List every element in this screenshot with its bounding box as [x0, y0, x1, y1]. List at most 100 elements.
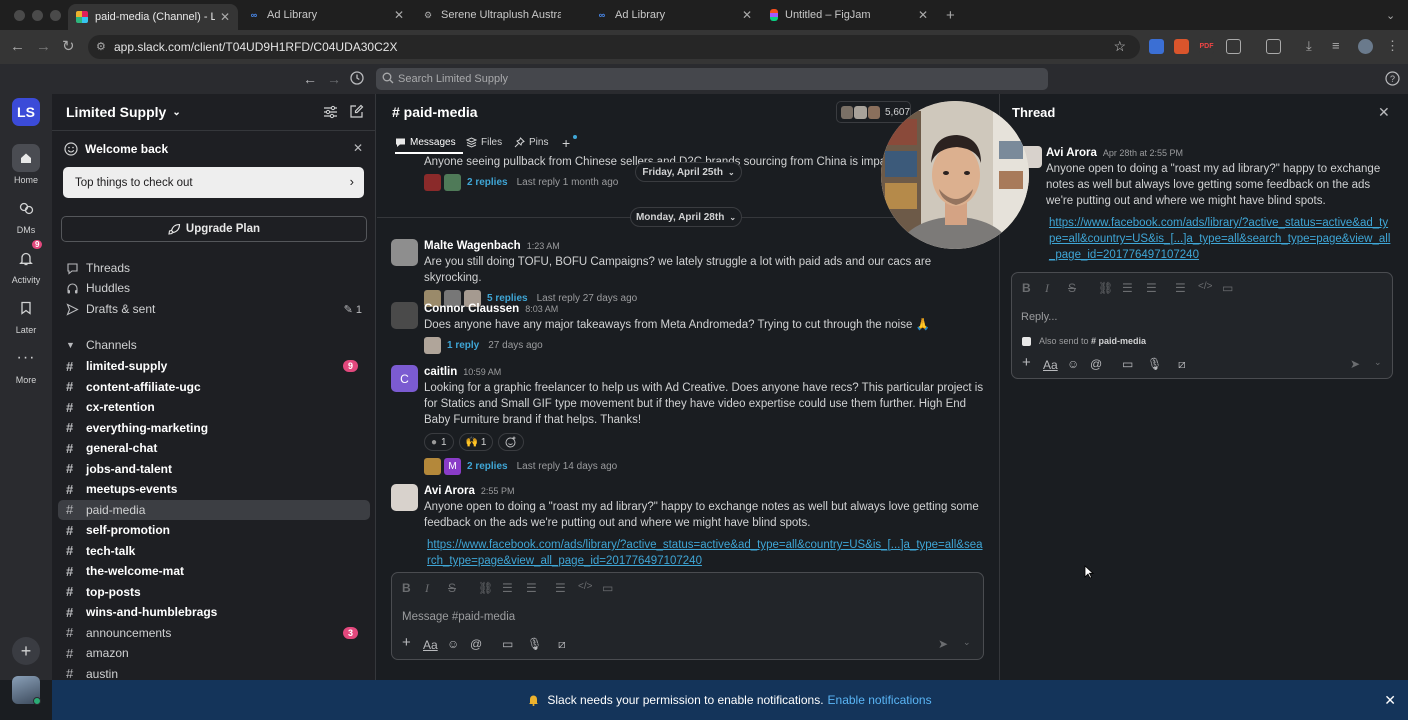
- browser-tab[interactable]: paid-media (Channel) - Limite ✕: [68, 4, 238, 30]
- sidebar-channel-item[interactable]: # amazon: [66, 643, 368, 663]
- close-icon[interactable]: ✕: [220, 10, 230, 24]
- date-divider-monday[interactable]: Monday, April 28th ⌄: [630, 207, 742, 227]
- tab-list-chevron-icon[interactable]: ⌄: [1378, 4, 1402, 26]
- history-clock-icon[interactable]: [350, 71, 364, 85]
- microphone-icon[interactable]: 🎙: [1147, 357, 1162, 371]
- strikethrough-icon[interactable]: S: [448, 581, 456, 595]
- sidebar-channel-item[interactable]: # wins-and-humblebrags: [66, 602, 368, 622]
- reply-input[interactable]: Reply...: [1021, 311, 1057, 323]
- avatar[interactable]: C: [391, 365, 418, 392]
- thread-replies[interactable]: 1 reply 27 days ago: [424, 337, 984, 354]
- code-icon[interactable]: </>: [578, 581, 592, 592]
- extensions-puzzle-icon[interactable]: [1226, 39, 1241, 54]
- video-icon[interactable]: ▭: [502, 637, 513, 651]
- ordered-list-icon[interactable]: ☰: [502, 581, 513, 595]
- reaction-pill[interactable]: 🙌 1: [458, 433, 494, 451]
- profile-avatar[interactable]: [1358, 39, 1373, 54]
- cast-icon[interactable]: [1266, 39, 1281, 54]
- close-icon[interactable]: ✕: [918, 8, 928, 22]
- window-maximize-button[interactable]: [50, 10, 61, 21]
- extension-red-icon[interactable]: [1174, 39, 1189, 54]
- chevron-down-icon[interactable]: ⌄: [963, 637, 971, 648]
- address-bar[interactable]: ⚙ app.slack.com/client/T04UD9H1RFD/C04UD…: [88, 35, 1140, 59]
- sidebar-channel-item[interactable]: # general-chat: [66, 438, 368, 458]
- italic-icon[interactable]: I: [425, 581, 429, 596]
- rail-item-later[interactable]: Later: [0, 294, 52, 335]
- emoji-icon[interactable]: ☺: [1067, 357, 1079, 371]
- filter-sliders-icon[interactable]: [323, 105, 338, 119]
- channel-title[interactable]: # paid-media: [392, 104, 478, 120]
- bold-icon[interactable]: B: [1022, 281, 1031, 295]
- video-icon[interactable]: ▭: [1122, 357, 1133, 371]
- sidebar-item-threads[interactable]: Threads: [66, 258, 368, 278]
- formatting-icon[interactable]: Aa: [1043, 358, 1058, 372]
- chevron-down-icon[interactable]: ⌄: [1374, 357, 1382, 368]
- browser-tab[interactable]: ∞ Ad Library ✕: [240, 4, 412, 26]
- emoji-icon[interactable]: ☺: [447, 637, 459, 651]
- bulleted-list-icon[interactable]: ☰: [526, 581, 537, 595]
- sidebar-channel-item[interactable]: # austin: [66, 664, 368, 680]
- ordered-list-icon[interactable]: ☰: [1122, 281, 1133, 295]
- sidebar-channel-item[interactable]: # limited-supply 9: [66, 356, 368, 376]
- add-reaction-button[interactable]: [498, 433, 525, 451]
- slash-command-icon[interactable]: ⧄: [1178, 357, 1186, 372]
- formatting-icon[interactable]: Aa: [423, 638, 438, 652]
- help-icon[interactable]: ?: [1385, 71, 1400, 86]
- history-forward-icon[interactable]: →: [327, 71, 341, 87]
- link-icon[interactable]: ⛓: [478, 581, 493, 595]
- avatar[interactable]: [391, 239, 418, 266]
- mention-icon[interactable]: @: [470, 637, 482, 651]
- plus-icon[interactable]: +: [1022, 355, 1031, 370]
- sidebar-channel-item[interactable]: # cx-retention: [66, 397, 368, 417]
- tab-files[interactable]: Files: [466, 137, 502, 148]
- microphone-icon[interactable]: 🎙: [527, 637, 542, 651]
- add-tab-button[interactable]: +: [562, 135, 570, 151]
- also-send-checkbox[interactable]: [1022, 336, 1031, 346]
- download-icon[interactable]: ⤓: [1306, 39, 1321, 54]
- code-icon[interactable]: </>: [1198, 281, 1212, 292]
- window-close-button[interactable]: [14, 10, 25, 21]
- add-workspace-button[interactable]: +: [12, 637, 40, 665]
- sidebar-channel-item[interactable]: # meetups-events: [66, 479, 368, 499]
- sidebar-channel-item[interactable]: # content-affiliate-ugc: [66, 377, 368, 397]
- sidebar-channel-item[interactable]: # paid-media: [58, 499, 370, 520]
- code-block-icon[interactable]: ▭: [602, 581, 613, 595]
- ad-library-link[interactable]: https://www.facebook.com/ads/library/?ac…: [1049, 215, 1394, 263]
- quote-icon[interactable]: ☰: [1175, 281, 1186, 295]
- browser-tab[interactable]: ∞ Ad Library ✕: [588, 4, 760, 26]
- forward-arrow-icon[interactable]: →: [36, 39, 51, 55]
- workspace-switcher[interactable]: Limited Supply ⌄: [66, 104, 181, 120]
- bold-icon[interactable]: B: [402, 581, 411, 595]
- rail-item-dms[interactable]: DMs: [0, 194, 52, 235]
- thread-replies[interactable]: M 2 replies Last reply 14 days ago: [424, 458, 984, 475]
- sidebar-channel-item[interactable]: # announcements 3: [66, 623, 368, 643]
- rail-item-more[interactable]: ··· More: [0, 344, 52, 385]
- rail-item-home[interactable]: Home: [0, 144, 52, 185]
- star-bookmark-icon[interactable]: ☆: [1113, 38, 1126, 55]
- browser-tab[interactable]: Untitled – FigJam ✕: [762, 4, 936, 26]
- browser-tab[interactable]: ⚙ Serene Ultraplush Australian: [414, 4, 586, 26]
- slash-command-icon[interactable]: ⧄: [558, 637, 566, 652]
- upgrade-plan-button[interactable]: Upgrade Plan: [61, 216, 367, 242]
- italic-icon[interactable]: I: [1045, 281, 1049, 296]
- history-back-icon[interactable]: ←: [303, 71, 317, 87]
- bulleted-list-icon[interactable]: ☰: [1146, 281, 1157, 295]
- extension-shield-icon[interactable]: [1149, 39, 1164, 54]
- rail-item-activity[interactable]: 9 Activity: [0, 240, 52, 285]
- tab-pins[interactable]: Pins: [514, 137, 548, 148]
- plus-icon[interactable]: +: [402, 635, 411, 650]
- strikethrough-icon[interactable]: S: [1068, 281, 1076, 295]
- workspace-logo[interactable]: LS: [12, 98, 40, 126]
- pdf-extension-icon[interactable]: PDF: [1199, 39, 1214, 54]
- top-things-button[interactable]: Top things to check out ›: [63, 167, 364, 198]
- tab-messages[interactable]: Messages: [395, 137, 456, 148]
- mention-icon[interactable]: @: [1090, 357, 1102, 371]
- media-control-icon[interactable]: ≡: [1332, 39, 1347, 54]
- sidebar-channel-item[interactable]: # the-welcome-mat: [66, 561, 368, 581]
- channels-section-header[interactable]: ▼ Channels: [66, 335, 368, 355]
- back-arrow-icon[interactable]: ←: [10, 39, 25, 55]
- also-send-checkbox-row[interactable]: Also send to # paid-media: [1022, 336, 1146, 346]
- enable-notifications-link[interactable]: Enable notifications: [828, 693, 932, 707]
- link-icon[interactable]: ⛓: [1098, 281, 1113, 295]
- close-icon[interactable]: ✕: [1384, 692, 1396, 709]
